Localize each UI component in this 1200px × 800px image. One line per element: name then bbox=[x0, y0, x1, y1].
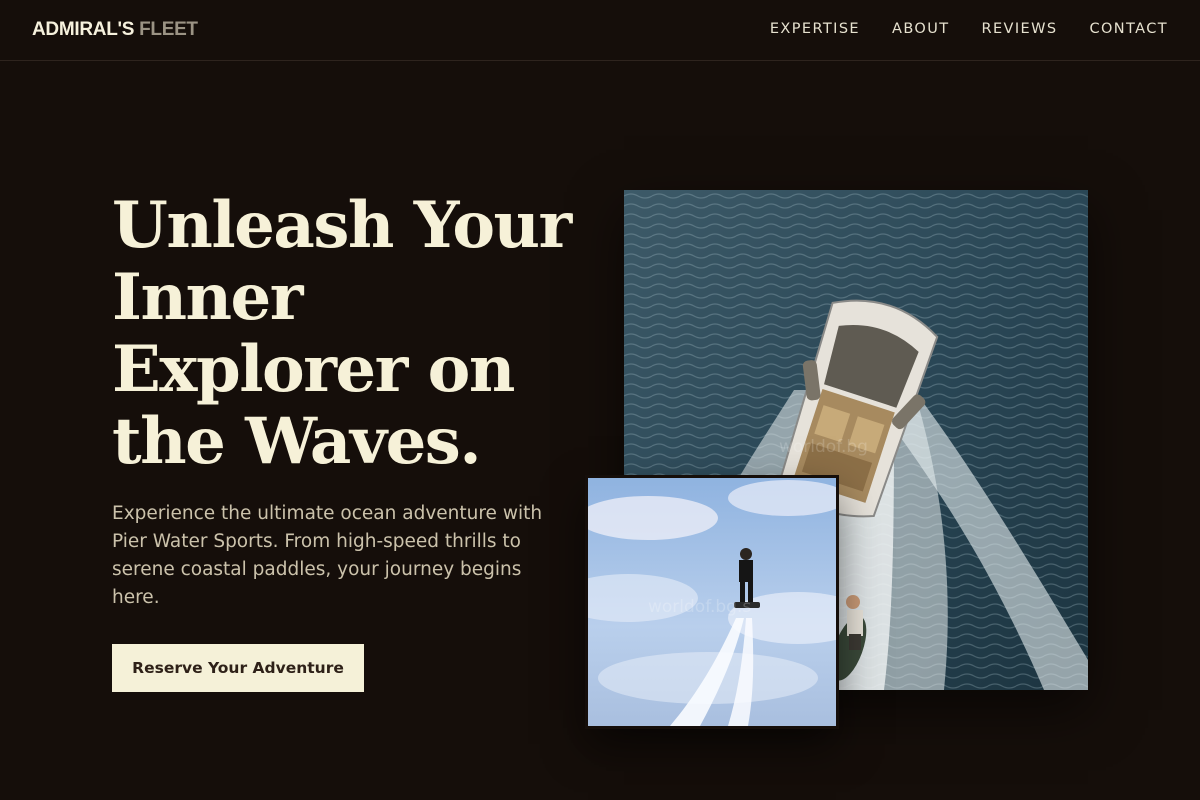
nav-link-about[interactable]: ABOUT bbox=[892, 21, 950, 37]
nav-link-reviews[interactable]: REVIEWS bbox=[982, 21, 1058, 37]
main-photo-watermark: worldof.bg bbox=[779, 437, 868, 457]
flyboard-photo: worldof.bg.s bbox=[585, 475, 839, 729]
nav-link-contact[interactable]: CONTACT bbox=[1089, 21, 1168, 37]
reserve-adventure-button[interactable]: Reserve Your Adventure bbox=[112, 644, 364, 692]
top-nav: ADMIRAL'S FLEET EXPERTISE ABOUT REVIEWS … bbox=[0, 0, 1200, 61]
brand-logo[interactable]: ADMIRAL'S FLEET bbox=[32, 19, 198, 41]
brand-primary: ADMIRAL'S bbox=[32, 19, 135, 40]
brand-secondary: FLEET bbox=[139, 19, 198, 40]
small-photo-watermark: worldof.bg.s bbox=[648, 597, 751, 617]
hero-subtitle: Experience the ultimate ocean adventure … bbox=[112, 503, 543, 608]
nav-menu: EXPERTISE ABOUT REVIEWS CONTACT bbox=[770, 21, 1168, 37]
flyboard-illustration: worldof.bg.s bbox=[588, 478, 836, 726]
hero-title: Unleash Your Inner Explorer on the Waves… bbox=[112, 188, 572, 479]
nav-link-expertise[interactable]: EXPERTISE bbox=[770, 21, 860, 37]
